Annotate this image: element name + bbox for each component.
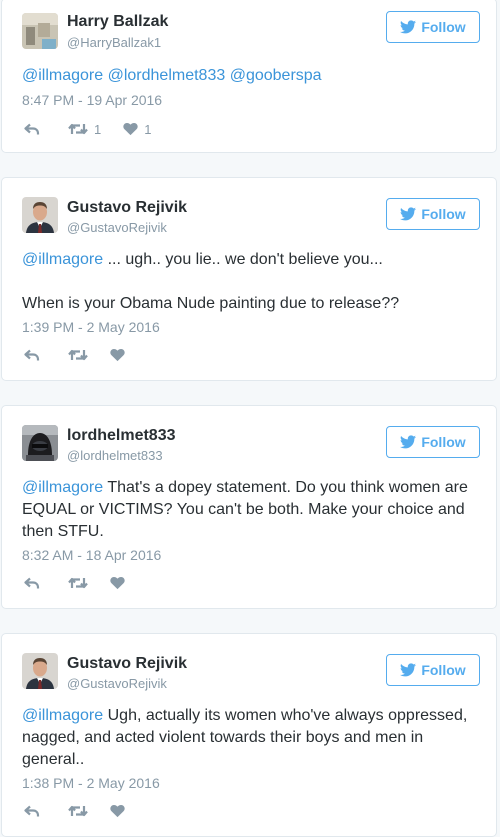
retweet-count: 1 [94,121,102,137]
like-button[interactable] [110,576,125,590]
bird-icon [400,435,417,449]
user-handle[interactable]: @GustavoRejivik [67,220,167,235]
tweet-actions: 1 1 [24,120,151,138]
display-name[interactable]: lordhelmet833 [67,427,175,445]
follow-button[interactable]: Follow [386,654,480,686]
timestamp[interactable]: 1:38 PM - 2 May 2016 [22,775,160,791]
user-handle[interactable]: @HarryBallzak1 [67,35,161,50]
retweet-button[interactable] [68,348,88,362]
like-button[interactable]: 1 [123,122,151,137]
tweet-actions [24,574,125,592]
reply-button[interactable] [24,349,40,362]
follow-label: Follow [421,662,466,678]
avatar[interactable] [22,425,58,461]
tweet-card: lordhelmet833 @lordhelmet833 Follow @ill… [1,405,497,609]
like-button[interactable] [110,804,125,818]
heart-icon [110,576,125,590]
display-name[interactable]: Harry Ballzak [67,13,168,31]
tweet-card: Gustavo Rejivik @GustavoRejivik Follow @… [1,633,497,837]
retweet-button[interactable] [68,576,88,590]
avatar[interactable] [22,13,58,49]
tweet-text: @illmagore Ugh, actually its women who'v… [22,705,482,771]
user-handle[interactable]: @lordhelmet833 [67,448,163,463]
reply-button[interactable] [24,577,40,590]
like-count: 1 [144,121,152,137]
timestamp[interactable]: 8:47 PM - 19 Apr 2016 [22,92,162,108]
mention-link[interactable]: @illmagore [22,707,103,724]
tweet-card: Gustavo Rejivik @GustavoRejivik Follow @… [1,177,497,381]
heart-icon [110,348,125,362]
follow-label: Follow [421,206,466,222]
bird-icon [400,20,417,34]
mention-link[interactable]: @illmagore [22,479,103,496]
timestamp[interactable]: 8:32 AM - 18 Apr 2016 [22,547,161,563]
tweet-text: @illmagore That's a dopey statement. Do … [22,477,482,543]
avatar[interactable] [22,653,58,689]
tweet-actions [24,346,125,364]
tweet-body-line: When is your Obama Nude painting due to … [22,295,400,312]
follow-button[interactable]: Follow [386,198,480,230]
retweet-icon [68,122,88,136]
heart-icon [123,122,138,136]
retweet-icon [68,348,88,362]
reply-icon [24,123,40,136]
bird-icon [400,207,417,221]
avatar[interactable] [22,197,58,233]
tweet-text: @illmagore ... ugh.. you lie.. we don't … [22,249,482,315]
retweet-button[interactable] [68,804,88,818]
like-button[interactable] [110,348,125,362]
reply-icon [24,349,40,362]
display-name[interactable]: Gustavo Rejivik [67,655,187,673]
follow-label: Follow [421,434,466,450]
follow-button[interactable]: Follow [386,11,480,43]
reply-button[interactable] [24,805,40,818]
bird-icon [400,663,417,677]
user-handle[interactable]: @GustavoRejivik [67,676,167,691]
mention-link[interactable]: @illmagore [22,67,103,84]
display-name[interactable]: Gustavo Rejivik [67,199,187,217]
tweet-body: ... ugh.. you lie.. we don't believe you… [107,251,383,268]
reply-icon [24,805,40,818]
tweet-text: @illmagore @lordhelmet833 @gooberspa [22,65,482,87]
reply-button[interactable] [24,123,40,136]
mention-link[interactable]: @lordhelmet833 [108,67,226,84]
tweet-card: Harry Ballzak @HarryBallzak1 Follow @ill… [1,0,497,153]
mention-link[interactable]: @illmagore [22,251,103,268]
timestamp[interactable]: 1:39 PM - 2 May 2016 [22,319,160,335]
follow-button[interactable]: Follow [386,426,480,458]
retweet-button[interactable]: 1 [68,122,101,137]
tweet-actions [24,802,125,820]
mention-link[interactable]: @gooberspa [230,67,322,84]
heart-icon [110,804,125,818]
follow-label: Follow [421,19,466,35]
retweet-icon [68,576,88,590]
retweet-icon [68,804,88,818]
reply-icon [24,577,40,590]
